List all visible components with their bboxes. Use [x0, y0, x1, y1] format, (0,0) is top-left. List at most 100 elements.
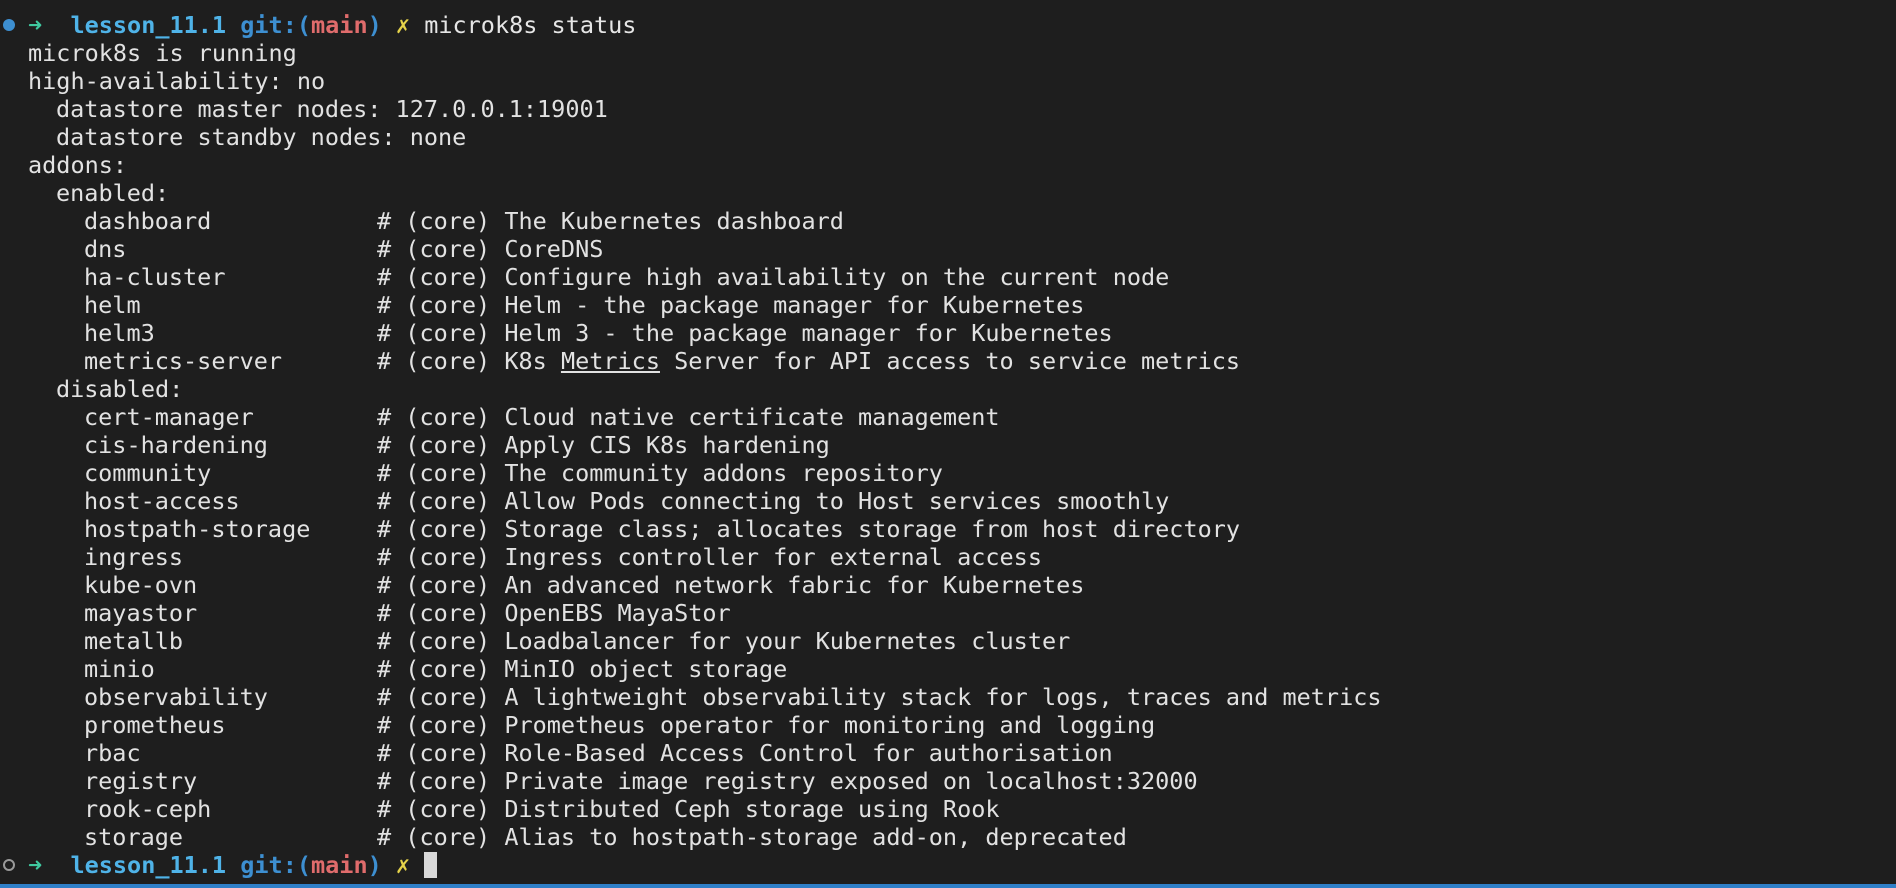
disabled-label: disabled:	[56, 375, 184, 403]
addon-description: # (core) Prometheus operator for monitor…	[377, 711, 1156, 739]
addon-name: hostpath-storage	[84, 515, 311, 543]
addon-name: minio	[84, 655, 155, 683]
addon-name: dashboard	[84, 207, 212, 235]
text-cursor[interactable]	[424, 852, 438, 878]
addon-name: observability	[84, 683, 268, 711]
addon-row-disabled: prometheus # (core) Prometheus operator f…	[0, 711, 1896, 739]
addon-description: # (core) Cloud native certificate manage…	[377, 403, 1000, 431]
output-line: datastore standby nodes: none	[0, 123, 1896, 151]
addon-description: # (core) The community addons repository	[377, 459, 943, 487]
addon-name: cert-manager	[84, 403, 254, 431]
output-line: microk8s is running	[0, 39, 1896, 67]
output-line: addons:	[0, 151, 1896, 179]
addon-description: # (core) Storage class; allocates storag…	[377, 515, 1241, 543]
addon-name: rook-ceph	[84, 795, 212, 823]
addon-row-disabled: community # (core) The community addons r…	[0, 459, 1896, 487]
git-branch: main	[311, 11, 368, 39]
output-line: high-availability: no	[0, 67, 1896, 95]
output-line: datastore master nodes: 127.0.0.1:19001	[0, 95, 1896, 123]
addon-name: metrics-server	[84, 347, 283, 375]
metrics-link[interactable]: Metrics	[561, 347, 660, 375]
addon-row-disabled: cis-hardening # (core) Apply CIS K8s hard…	[0, 431, 1896, 459]
status-master-nodes: datastore master nodes: 127.0.0.1:19001	[56, 95, 608, 123]
addon-name: mayastor	[84, 599, 198, 627]
status-standby-nodes: datastore standby nodes: none	[56, 123, 467, 151]
addon-name: kube-ovn	[84, 571, 198, 599]
prompt: ➜ lesson_11.1 git:(main) ✗ microk8s stat…	[28, 11, 636, 39]
addon-name: dns	[84, 235, 127, 263]
addon-name: helm3	[84, 319, 155, 347]
addon-row-enabled: helm # (core) Helm - the package manager …	[0, 291, 1896, 319]
git-dirty-icon: ✗	[395, 11, 411, 39]
addon-description: # (core) Helm - the package manager for …	[377, 291, 1085, 319]
addon-description: # (core) A lightweight observability sta…	[377, 683, 1382, 711]
git-prefix: git:(	[240, 11, 311, 39]
addon-description: # (core) The Kubernetes dashboard	[377, 207, 844, 235]
prompt-arrow-icon: ➜	[28, 11, 43, 39]
panel-bottom-border	[0, 884, 1896, 888]
addon-row-enabled: dns # (core) CoreDNS	[0, 235, 1896, 263]
status-running: microk8s is running	[28, 39, 297, 67]
terminal-output[interactable]: ➜ lesson_11.1 git:(main) ✗ microk8s stat…	[0, 11, 1896, 879]
addon-name: ingress	[84, 543, 184, 571]
addon-description: # (core) Helm 3 - the package manager fo…	[377, 319, 1113, 347]
addon-row-enabled: dashboard # (core) The Kubernetes dashboa…	[0, 207, 1896, 235]
git-suffix: )	[367, 851, 382, 879]
command-status-dot-icon[interactable]	[3, 19, 15, 31]
addon-description-part: # (core) K8s	[377, 347, 561, 375]
prompt-directory: lesson_11.1	[70, 851, 227, 879]
output-line: enabled:	[0, 179, 1896, 207]
prompt-line-command: ➜ lesson_11.1 git:(main) ✗ microk8s stat…	[0, 11, 1896, 39]
addon-name: host-access	[84, 487, 240, 515]
addon-description: # (core) Loadbalancer for your Kubernete…	[377, 627, 1071, 655]
addon-description: # (core) MinIO object storage	[377, 655, 788, 683]
prompt: ➜ lesson_11.1 git:(main) ✗	[28, 851, 438, 879]
prompt-line-active[interactable]: ➜ lesson_11.1 git:(main) ✗	[0, 851, 1896, 879]
git-suffix: )	[367, 11, 382, 39]
addon-name: storage	[84, 823, 184, 851]
git-branch: main	[311, 851, 368, 879]
addon-name: metallb	[84, 627, 184, 655]
git-dirty-icon: ✗	[395, 851, 411, 879]
addon-description: # (core) K8s Metrics Server for API acce…	[377, 347, 1240, 375]
status-ha: high-availability: no	[28, 67, 326, 95]
addon-name: cis-hardening	[84, 431, 268, 459]
addon-name: helm	[84, 291, 141, 319]
addon-row-disabled: registry # (core) Private image registry …	[0, 767, 1896, 795]
addon-row-disabled: ingress # (core) Ingress controller for e…	[0, 543, 1896, 571]
command-status-dot-icon[interactable]	[3, 859, 15, 871]
addon-row-disabled: observability # (core) A lightweight obse…	[0, 683, 1896, 711]
addon-name: community	[84, 459, 212, 487]
addon-description: # (core) Role-Based Access Control for a…	[377, 739, 1113, 767]
addon-row-disabled: kube-ovn # (core) An advanced network fab…	[0, 571, 1896, 599]
addon-row-enabled: helm3 # (core) Helm 3 - the package manag…	[0, 319, 1896, 347]
addon-row-disabled: host-access # (core) Allow Pods connectin…	[0, 487, 1896, 515]
addon-row-disabled: hostpath-storage # (core) Storage class; …	[0, 515, 1896, 543]
addon-description: # (core) Private image registry exposed …	[377, 767, 1198, 795]
addon-description: # (core) Configure high availability on …	[377, 263, 1170, 291]
addon-row-disabled: rbac # (core) Role-Based Access Control f…	[0, 739, 1896, 767]
addon-row-disabled: cert-manager # (core) Cloud native certif…	[0, 403, 1896, 431]
addons-label: addons:	[28, 151, 128, 179]
prompt-directory: lesson_11.1	[70, 11, 227, 39]
addon-row-disabled: minio # (core) MinIO object storage	[0, 655, 1896, 683]
git-prefix: git:(	[240, 851, 311, 879]
addon-description: # (core) CoreDNS	[377, 235, 604, 263]
addon-name: registry	[84, 767, 198, 795]
addon-description: # (core) Apply CIS K8s hardening	[377, 431, 830, 459]
command-text: microk8s status	[424, 11, 637, 39]
addon-name: prometheus	[84, 711, 226, 739]
addon-name: ha-cluster	[84, 263, 226, 291]
output-line: disabled:	[0, 375, 1896, 403]
addon-row-disabled: mayastor # (core) OpenEBS MayaStor	[0, 599, 1896, 627]
addon-description: # (core) Ingress controller for external…	[377, 543, 1042, 571]
addon-row-disabled: rook-ceph # (core) Distributed Ceph stora…	[0, 795, 1896, 823]
addon-name: rbac	[84, 739, 141, 767]
addon-description-part: Server for API access to service metrics	[659, 347, 1241, 375]
addon-description: # (core) OpenEBS MayaStor	[377, 599, 731, 627]
enabled-label: enabled:	[56, 179, 170, 207]
addon-description: # (core) Alias to hostpath-storage add-o…	[377, 823, 1127, 851]
addon-row-enabled: ha-cluster # (core) Configure high availa…	[0, 263, 1896, 291]
addon-row-disabled: storage # (core) Alias to hostpath-storag…	[0, 823, 1896, 851]
addon-row-enabled: metrics-server # (core) K8s Metrics Serve…	[0, 347, 1896, 375]
